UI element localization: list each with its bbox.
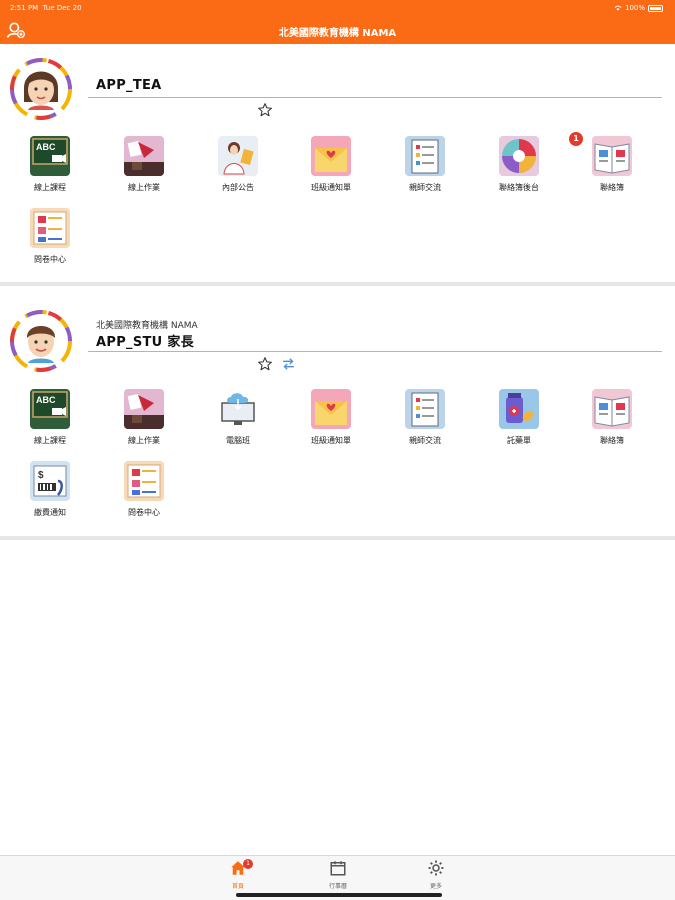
- app-label: 線上作業: [128, 436, 160, 445]
- svg-text:ABC: ABC: [36, 395, 56, 405]
- app-online-course[interactable]: ABC 線上課程: [18, 136, 82, 198]
- status-time-date: 2:51 PM Tue Dec 20: [10, 4, 82, 12]
- status-right: 100%: [614, 4, 663, 12]
- app-class-notice[interactable]: 班級通知單: [299, 136, 363, 198]
- parent-teacher-icon: [405, 389, 445, 429]
- header-title: 北美國際教育機構 NAMA: [278, 28, 397, 39]
- app-contact-book[interactable]: 聯絡簿: [580, 389, 644, 451]
- tab-more[interactable]: 更多: [406, 859, 466, 895]
- student-avatar-icon[interactable]: [10, 310, 72, 372]
- app-label: 線上作業: [128, 183, 160, 192]
- app-medicine-request[interactable]: 託藥單: [487, 389, 551, 451]
- org-name: 北美國際教育機構 NAMA: [96, 321, 198, 331]
- notification-badge: 1: [569, 132, 583, 146]
- app-contact-book[interactable]: 聯絡簿: [580, 136, 644, 198]
- class-notice-icon: [311, 136, 351, 176]
- survey-center-icon: [30, 208, 70, 248]
- app-contact-book-admin[interactable]: 聯絡簿後台: [487, 136, 551, 198]
- status-time: 2:51 PM: [10, 4, 39, 12]
- app-label: 繳費通知: [34, 508, 66, 517]
- app-label: 電腦班: [226, 436, 250, 445]
- app-label: 問卷中心: [128, 508, 160, 517]
- contact-book-admin-icon: [499, 136, 539, 176]
- tab-calendar[interactable]: 行事曆: [308, 859, 368, 895]
- status-date: Tue Dec 20: [42, 4, 82, 12]
- app-label: 聯絡簿後台: [499, 183, 539, 192]
- app-label: 親師交流: [409, 436, 441, 445]
- app-survey-center[interactable]: 問卷中心: [18, 208, 82, 270]
- computer-class-icon: [218, 389, 258, 429]
- app-label: 班級通知單: [311, 436, 351, 445]
- parent-teacher-icon: [405, 136, 445, 176]
- app-label: 託藥單: [507, 436, 531, 445]
- app-label: 聯絡簿: [600, 183, 624, 192]
- app-label: 線上課程: [34, 183, 66, 192]
- app-parent-teacher[interactable]: 親師交流: [393, 389, 457, 451]
- survey-center-icon: [124, 461, 164, 501]
- calendar-icon: [330, 861, 346, 876]
- tab-label: 更多: [429, 883, 442, 890]
- account-card-parent: 北美國際教育機構 NAMA APP_STU 家長 ABC 線上課程 線上作業 電…: [0, 288, 675, 538]
- app-online-course[interactable]: ABC 線上課程: [18, 389, 82, 451]
- online-homework-icon: [124, 136, 164, 176]
- teacher-avatar-icon[interactable]: [10, 58, 72, 120]
- app-online-homework[interactable]: 線上作業: [112, 389, 176, 451]
- tab-badge: 1: [243, 859, 253, 869]
- app-header: 2:51 PM Tue Dec 20 100% 北美國際教育機構 NAMA: [0, 0, 675, 44]
- online-course-icon: ABC: [30, 389, 70, 429]
- section-divider: [0, 536, 675, 540]
- app-class-notice[interactable]: 班級通知單: [299, 389, 363, 451]
- svg-text:ABC: ABC: [36, 142, 56, 152]
- app-online-homework[interactable]: 線上作業: [112, 136, 176, 198]
- name-underline: [88, 97, 662, 98]
- tab-label: 首頁: [231, 883, 244, 890]
- app-payment-notice[interactable]: $ 繳費通知: [18, 461, 82, 523]
- online-homework-icon: [124, 389, 164, 429]
- gear-icon: [428, 860, 444, 876]
- wifi-icon: [614, 5, 622, 11]
- switch-account-icon[interactable]: [280, 356, 297, 372]
- app-label: 問卷中心: [34, 255, 66, 264]
- contact-book-icon: [592, 136, 632, 176]
- online-course-icon: ABC: [30, 136, 70, 176]
- payment-notice-icon: $: [30, 461, 70, 501]
- tab-label: 行事曆: [328, 883, 347, 890]
- app-internal-announcement[interactable]: 內部公告: [206, 136, 270, 198]
- favorite-star-icon[interactable]: [257, 356, 273, 372]
- app-label: 聯絡簿: [600, 436, 624, 445]
- tab-home[interactable]: 1 首頁: [208, 859, 268, 895]
- status-bar: 2:51 PM Tue Dec 20 100%: [0, 0, 675, 16]
- medicine-request-icon: [499, 389, 539, 429]
- account-card-teacher: APP_TEA ABC 線上課程 線上作業 內部公告 班級通知單 親師交流 聯絡…: [0, 44, 675, 284]
- internal-announcement-icon: [218, 136, 258, 176]
- app-label: 親師交流: [409, 183, 441, 192]
- home-indicator: [236, 893, 442, 897]
- name-underline: [88, 351, 662, 352]
- app-survey-center[interactable]: 問卷中心: [112, 461, 176, 523]
- svg-text:$: $: [38, 470, 44, 481]
- app-parent-teacher[interactable]: 親師交流: [393, 136, 457, 198]
- app-label: 線上課程: [34, 436, 66, 445]
- favorite-star-icon[interactable]: [257, 102, 273, 118]
- teacher-account-name: APP_TEA: [96, 78, 162, 93]
- parent-account-name: APP_STU 家長: [96, 335, 194, 350]
- app-label: 班級通知單: [311, 183, 351, 192]
- battery-percent: 100%: [624, 4, 645, 12]
- battery-icon: [648, 4, 663, 12]
- contact-book-icon: [592, 389, 632, 429]
- app-label: 內部公告: [222, 183, 254, 192]
- class-notice-icon: [311, 389, 351, 429]
- app-computer-class[interactable]: 電腦班: [206, 389, 270, 451]
- section-divider: [0, 282, 675, 286]
